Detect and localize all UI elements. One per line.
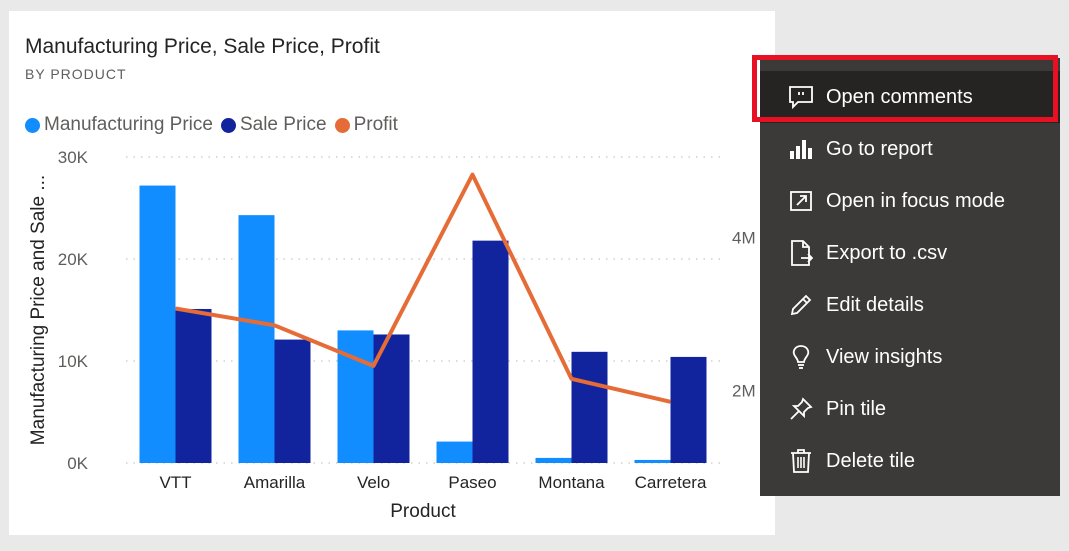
y-tick-label: 0K bbox=[67, 454, 88, 473]
menu-item-export-csv[interactable]: Export to .csv bbox=[760, 227, 1060, 279]
export-icon bbox=[788, 240, 814, 266]
pencil-icon bbox=[788, 292, 814, 318]
bar-manufacturing-price bbox=[238, 215, 275, 463]
x-tick-label: Paseo bbox=[448, 473, 496, 492]
bar-manufacturing-price bbox=[436, 441, 473, 463]
bar-manufacturing-price bbox=[337, 330, 374, 463]
x-tick-label: VTT bbox=[159, 473, 191, 492]
bar-sale-price bbox=[571, 351, 608, 463]
menu-item-label: Delete tile bbox=[826, 449, 915, 472]
menu-item-delete-tile[interactable]: Delete tile bbox=[760, 435, 1060, 487]
y-tick-label: 10K bbox=[58, 352, 89, 371]
x-tick-label: Carretera bbox=[635, 473, 707, 492]
bar-manufacturing-price bbox=[535, 457, 572, 463]
x-axis-title: Product bbox=[390, 501, 456, 522]
y2-tick-label: 4M bbox=[732, 228, 756, 247]
menu-item-label: Export to .csv bbox=[826, 241, 948, 264]
x-tick-label: Amarilla bbox=[244, 473, 306, 492]
tile-context-menu: Open comments Go to report Open in focus… bbox=[760, 58, 1060, 496]
focus-mode-icon bbox=[788, 188, 814, 214]
x-tick-label: Montana bbox=[538, 473, 605, 492]
menu-item-label: Open in focus mode bbox=[826, 189, 1005, 212]
highlight-box bbox=[752, 55, 1058, 122]
y2-tick-label: 2M bbox=[732, 381, 756, 400]
bar-manufacturing-price bbox=[139, 185, 176, 463]
menu-item-go-to-report[interactable]: Go to report bbox=[760, 123, 1060, 175]
y-axis-title: Manufacturing Price and Sale ... bbox=[28, 175, 49, 445]
menu-item-label: Edit details bbox=[826, 293, 924, 316]
y-tick-label: 30K bbox=[58, 148, 89, 167]
menu-item-pin-tile[interactable]: Pin tile bbox=[760, 383, 1060, 435]
bar-sale-price bbox=[472, 240, 509, 463]
bar-manufacturing-price bbox=[634, 459, 671, 463]
dashboard-tile[interactable]: Manufacturing Price, Sale Price, Profit … bbox=[9, 11, 775, 535]
lightbulb-icon bbox=[788, 344, 814, 370]
combo-chart[interactable]: 0K 10K 20K 30K 2M 4M VTT Amarilla Velo Paseo Monta… bbox=[9, 11, 775, 535]
pin-icon bbox=[788, 396, 814, 422]
bar-sale-price bbox=[274, 339, 311, 463]
menu-item-view-insights[interactable]: View insights bbox=[760, 331, 1060, 383]
bar-chart-icon bbox=[788, 136, 814, 162]
bar-sale-price bbox=[175, 308, 212, 463]
x-tick-label: Velo bbox=[357, 473, 390, 492]
menu-item-open-in-focus-mode[interactable]: Open in focus mode bbox=[760, 175, 1060, 227]
bar-sale-price bbox=[670, 356, 707, 463]
y-tick-label: 20K bbox=[58, 250, 89, 269]
trash-icon bbox=[788, 448, 814, 474]
menu-item-label: Go to report bbox=[826, 137, 933, 160]
menu-item-label: View insights bbox=[826, 345, 943, 368]
menu-item-label: Pin tile bbox=[826, 397, 887, 420]
menu-item-edit-details[interactable]: Edit details bbox=[760, 279, 1060, 331]
